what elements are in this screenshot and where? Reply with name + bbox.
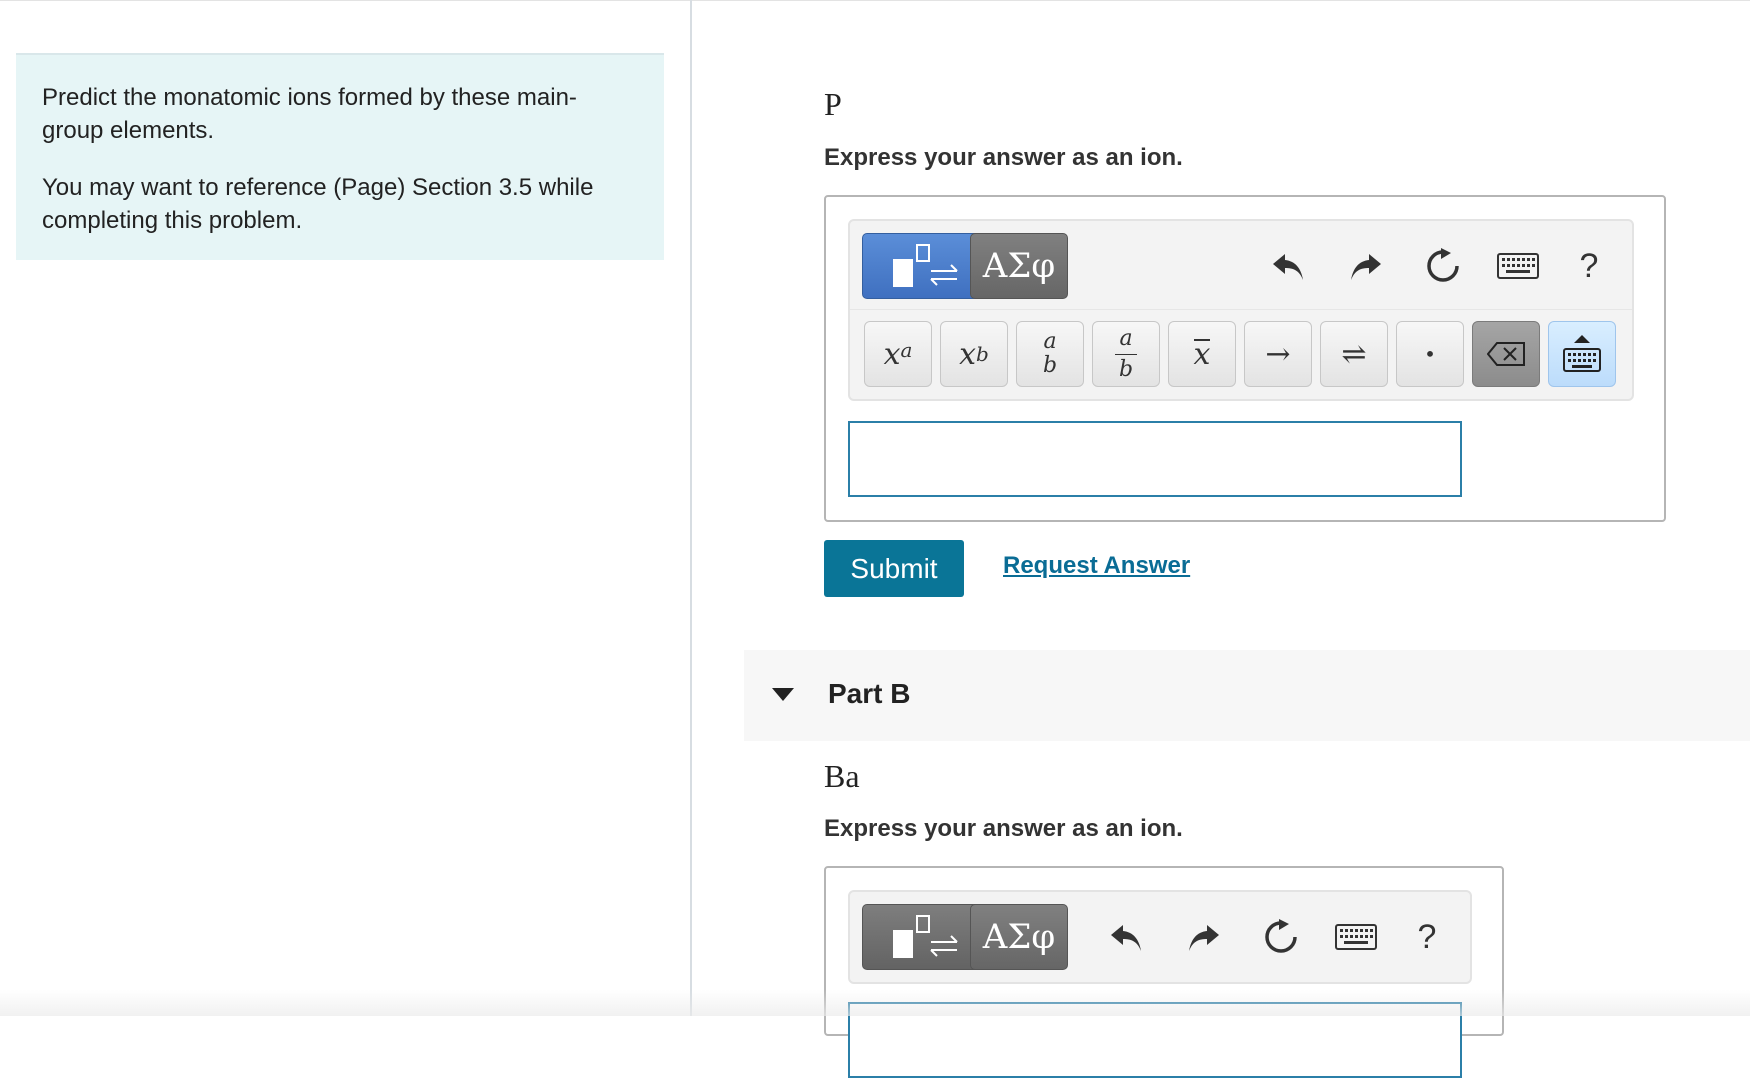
- part-a-instruction: Express your answer as an ion.: [824, 144, 1183, 171]
- superscript-key[interactable]: xa: [864, 321, 932, 387]
- keyboard-up-icon: [1563, 335, 1601, 372]
- keyboard-icon[interactable]: [1492, 243, 1544, 289]
- panel-divider: [690, 0, 692, 1016]
- redo-icon[interactable]: [1342, 243, 1388, 289]
- part-a-answer-box: ΑΣφ ? xa xb ab ab x → ⇌ •: [824, 195, 1666, 522]
- part-a-answer-input[interactable]: [848, 421, 1462, 497]
- templates-icon: [893, 915, 958, 958]
- request-answer-link[interactable]: Request Answer: [1003, 552, 1190, 580]
- equilibrium-arrow-key[interactable]: ⇌: [1320, 321, 1388, 387]
- backspace-key[interactable]: [1472, 321, 1540, 387]
- reset-icon[interactable]: [1258, 914, 1304, 960]
- part-a-element: P: [824, 86, 842, 122]
- intro-text: Predict the monatomic ions formed by the…: [42, 84, 577, 144]
- redo-icon[interactable]: [1180, 914, 1226, 960]
- part-b-element: Ba: [824, 758, 860, 794]
- part-b-greek-symbols-button[interactable]: ΑΣφ: [970, 904, 1068, 970]
- templates-icon: [893, 244, 958, 287]
- part-b-answer-input[interactable]: [848, 1002, 1462, 1078]
- fraction-bar-key[interactable]: ab: [1092, 321, 1160, 387]
- subscript-key[interactable]: xb: [940, 321, 1008, 387]
- keyboard-toggle-key[interactable]: [1548, 321, 1616, 387]
- overbar-key[interactable]: x: [1168, 321, 1236, 387]
- dot-key[interactable]: •: [1396, 321, 1464, 387]
- reset-icon[interactable]: [1420, 243, 1466, 289]
- greek-symbols-button[interactable]: ΑΣφ: [970, 233, 1068, 299]
- problem-intro: Predict the monatomic ions formed by the…: [16, 53, 664, 260]
- math-toolbar: ΑΣφ ? xa xb ab ab x → ⇌ •: [848, 219, 1634, 401]
- undo-icon[interactable]: [1104, 914, 1150, 960]
- backspace-icon: [1487, 342, 1525, 366]
- reaction-arrow-key[interactable]: →: [1244, 321, 1312, 387]
- toolbar-separator: [850, 309, 1632, 310]
- part-b-title: Part B: [828, 678, 911, 709]
- left-panel: Predict the monatomic ions formed by the…: [0, 0, 690, 1016]
- part-b-header[interactable]: Part B: [744, 650, 1750, 741]
- chevron-down-icon[interactable]: [772, 688, 794, 701]
- part-b-help-button[interactable]: ?: [1404, 914, 1450, 960]
- keyboard-icon[interactable]: [1330, 914, 1382, 960]
- part-b-math-toolbar: ΑΣφ ?: [848, 890, 1472, 984]
- submit-button[interactable]: Submit: [824, 540, 964, 597]
- reference-text: You may want to reference (Page) Section…: [42, 174, 594, 234]
- help-button[interactable]: ?: [1566, 243, 1612, 289]
- part-b-answer-box: ΑΣφ ?: [824, 866, 1504, 1078]
- undo-icon[interactable]: [1266, 243, 1312, 289]
- part-b-instruction: Express your answer as an ion.: [824, 815, 1183, 842]
- fraction-key[interactable]: ab: [1016, 321, 1084, 387]
